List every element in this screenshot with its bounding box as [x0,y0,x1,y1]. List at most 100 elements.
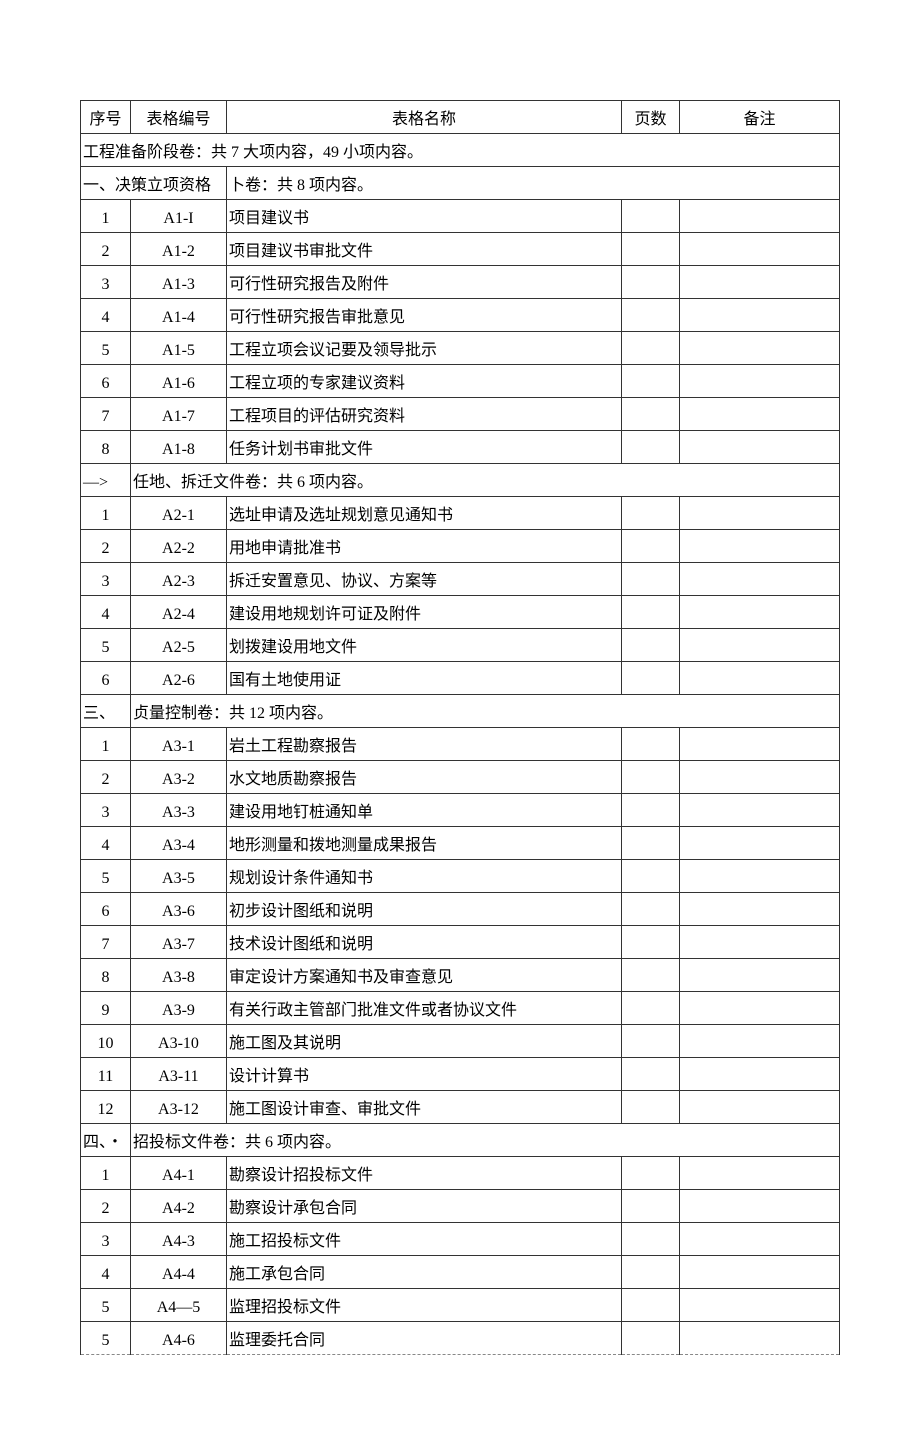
cell-page [622,1223,680,1256]
header-note: 备注 [680,101,840,134]
section-0: 工程准备阶段卷：共 7 大项内容，49 小项内容。 [81,134,840,167]
section-2-left: —> [81,464,131,497]
cell-seq: 5 [81,1322,131,1355]
cell-seq: 2 [81,530,131,563]
header-name: 表格名称 [227,101,622,134]
cell-name: 项目建议书审批文件 [227,233,622,266]
cell-name: 建设用地钉桩通知单 [227,794,622,827]
table-row: 8A3-8审定设计方案通知书及审查意见 [81,959,840,992]
rows-group-3: 1A3-1岩土工程勘察报告2A3-2水文地质勘察报告3A3-3建设用地钉桩通知单… [81,728,840,1124]
cell-page [622,1256,680,1289]
cell-seq: 10 [81,1025,131,1058]
cell-note [680,200,840,233]
cell-page [622,992,680,1025]
section-3-right: 贞量控制卷：共 12 项内容。 [131,695,840,728]
table-row: 1A3-1岩土工程勘察报告 [81,728,840,761]
cell-note [680,893,840,926]
cell-seq: 12 [81,1091,131,1124]
cell-seq: 1 [81,728,131,761]
cell-page [622,926,680,959]
cell-code: A4-2 [131,1190,227,1223]
cell-name: 初步设计图纸和说明 [227,893,622,926]
cell-note [680,299,840,332]
table-row: 4A2-4建设用地规划许可证及附件 [81,596,840,629]
cell-code: A2-5 [131,629,227,662]
cell-name: 用地申请批准书 [227,530,622,563]
cell-seq: 3 [81,794,131,827]
cell-page [622,959,680,992]
cell-note [680,662,840,695]
table-row: 1A4-1勘察设计招投标文件 [81,1157,840,1190]
table-row: 5A4-6监理委托合同 [81,1322,840,1355]
cell-seq: 4 [81,596,131,629]
section-4-left: 四、・ [81,1124,131,1157]
cell-code: A1-3 [131,266,227,299]
cell-seq: 1 [81,1157,131,1190]
cell-page [622,365,680,398]
cell-seq: 4 [81,1256,131,1289]
header-code: 表格编号 [131,101,227,134]
table-row: 3A2-3拆迁安置意见、协议、方案等 [81,563,840,596]
section-1: 一、决策立项资格 卜卷：共 8 项内容。 [81,167,840,200]
cell-name: 监理招投标文件 [227,1289,622,1322]
table-row: 5A3-5规划设计条件通知书 [81,860,840,893]
table-row: 6A3-6初步设计图纸和说明 [81,893,840,926]
cell-page [622,893,680,926]
cell-note [680,1190,840,1223]
header-row: 序号 表格编号 表格名称 页数 备注 [81,101,840,134]
cell-page [622,398,680,431]
cell-note [680,959,840,992]
cell-page [622,431,680,464]
cell-page [622,1322,680,1355]
table-row: 2A2-2用地申请批准书 [81,530,840,563]
cell-name: 设计计算书 [227,1058,622,1091]
table-row: 6A2-6国有土地使用证 [81,662,840,695]
table-row: 2A3-2水文地质勘察报告 [81,761,840,794]
cell-seq: 7 [81,398,131,431]
section-1-left: 一、决策立项资格 [81,167,227,200]
cell-code: A1-4 [131,299,227,332]
table-row: 2A1-2项目建议书审批文件 [81,233,840,266]
cell-note [680,794,840,827]
cell-seq: 4 [81,299,131,332]
cell-note [680,629,840,662]
section-4-right: 招投标文件卷：共 6 项内容。 [131,1124,840,1157]
table-row: 8A1-8任务计划书审批文件 [81,431,840,464]
cell-note [680,431,840,464]
cell-note [680,332,840,365]
cell-page [622,1058,680,1091]
cell-note [680,926,840,959]
cell-page [622,662,680,695]
table-row: 3A1-3可行性研究报告及附件 [81,266,840,299]
cell-seq: 2 [81,233,131,266]
table-row: 3A3-3建设用地钉桩通知单 [81,794,840,827]
table-row: 4A4-4施工承包合同 [81,1256,840,1289]
header-seq: 序号 [81,101,131,134]
cell-name: 划拨建设用地文件 [227,629,622,662]
table-row: 5A1-5工程立项会议记要及领导批示 [81,332,840,365]
table-row: 11A3-11设计计算书 [81,1058,840,1091]
table-row: 12A3-12施工图设计审查、审批文件 [81,1091,840,1124]
cell-seq: 9 [81,992,131,1025]
cell-page [622,563,680,596]
cell-name: 地形测量和拨地测量成果报告 [227,827,622,860]
table-row: 1A2-1选址申请及选址规划意见通知书 [81,497,840,530]
cell-page [622,1289,680,1322]
table-row: 9A3-9有关行政主管部门批准文件或者协议文件 [81,992,840,1025]
cell-page [622,728,680,761]
cell-seq: 1 [81,497,131,530]
table-row: 7A1-7工程项目的评估研究资料 [81,398,840,431]
cell-note [680,860,840,893]
cell-name: 拆迁安置意见、协议、方案等 [227,563,622,596]
cell-name: 勘察设计承包合同 [227,1190,622,1223]
cell-code: A1-7 [131,398,227,431]
header-page: 页数 [622,101,680,134]
cell-page [622,497,680,530]
cell-name: 规划设计条件通知书 [227,860,622,893]
cell-name: 技术设计图纸和说明 [227,926,622,959]
cell-page [622,596,680,629]
cell-code: A2-1 [131,497,227,530]
cell-note [680,992,840,1025]
cell-code: A3-7 [131,926,227,959]
cell-code: A1-6 [131,365,227,398]
